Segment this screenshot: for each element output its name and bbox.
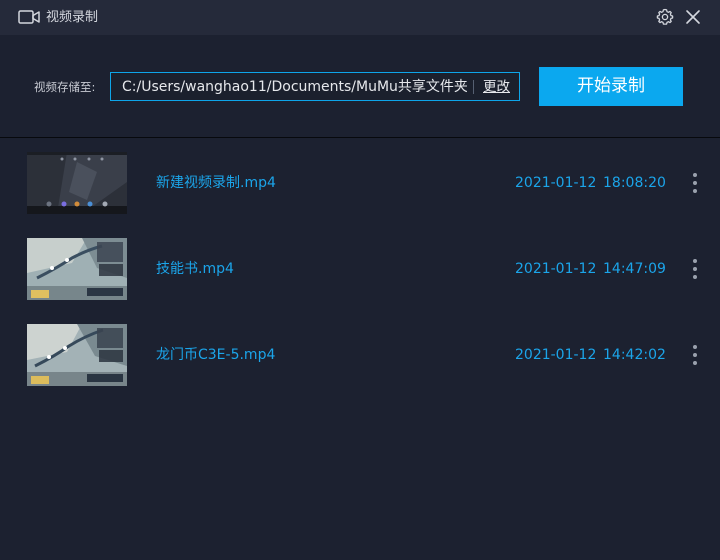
recording-row[interactable]: 技能书.mp4 2021-01-12 14:47:09: [0, 224, 720, 310]
save-path-value[interactable]: C:/Users/wanghao11/Documents/MuMu共享文件夹: [122, 78, 467, 96]
recording-date: 2021-01-12: [515, 347, 597, 363]
recording-time: 14:42:02: [603, 347, 666, 363]
save-path-field[interactable]: C:/Users/wanghao11/Documents/MuMu共享文件夹 更…: [110, 72, 520, 101]
save-path-label: 视频存储至:: [34, 80, 96, 94]
recording-filename[interactable]: 龙门币C3E-5.mp4: [156, 346, 275, 364]
gear-icon[interactable]: [656, 8, 674, 26]
more-options-icon[interactable]: [689, 172, 701, 194]
window-title: 视频录制: [46, 10, 99, 25]
start-recording-button[interactable]: 开始录制: [539, 67, 683, 106]
video-recording-window: 视频录制 视频存储至: C:/Users/wanghao11/Documents…: [0, 0, 720, 560]
title-bar: 视频录制: [0, 0, 720, 35]
more-options-icon[interactable]: [689, 258, 701, 280]
game-scene-thumbnail: [27, 324, 127, 386]
recording-filename[interactable]: 技能书.mp4: [156, 260, 234, 278]
recording-row[interactable]: 新建视频录制.mp4 2021-01-12 18:08:20: [0, 138, 720, 224]
recording-date: 2021-01-12: [515, 175, 597, 191]
home-screen-thumbnail: [27, 152, 127, 214]
save-path-row: 视频存储至: C:/Users/wanghao11/Documents/MuMu…: [0, 36, 720, 136]
recording-thumbnail[interactable]: [27, 238, 127, 300]
more-options-icon[interactable]: [689, 344, 701, 366]
change-path-button[interactable]: 更改: [483, 78, 510, 96]
recording-date: 2021-01-12: [515, 261, 597, 277]
game-scene-thumbnail: [27, 238, 127, 300]
recording-row[interactable]: 龙门币C3E-5.mp4 2021-01-12 14:42:02: [0, 310, 720, 396]
recording-thumbnail[interactable]: [27, 152, 127, 214]
recording-thumbnail[interactable]: [27, 324, 127, 386]
recording-time: 14:47:09: [603, 261, 666, 277]
close-icon[interactable]: [685, 9, 701, 25]
recording-time: 18:08:20: [603, 175, 666, 191]
path-divider: [473, 80, 474, 94]
video-camera-icon: [18, 10, 40, 24]
recording-filename[interactable]: 新建视频录制.mp4: [156, 174, 276, 192]
